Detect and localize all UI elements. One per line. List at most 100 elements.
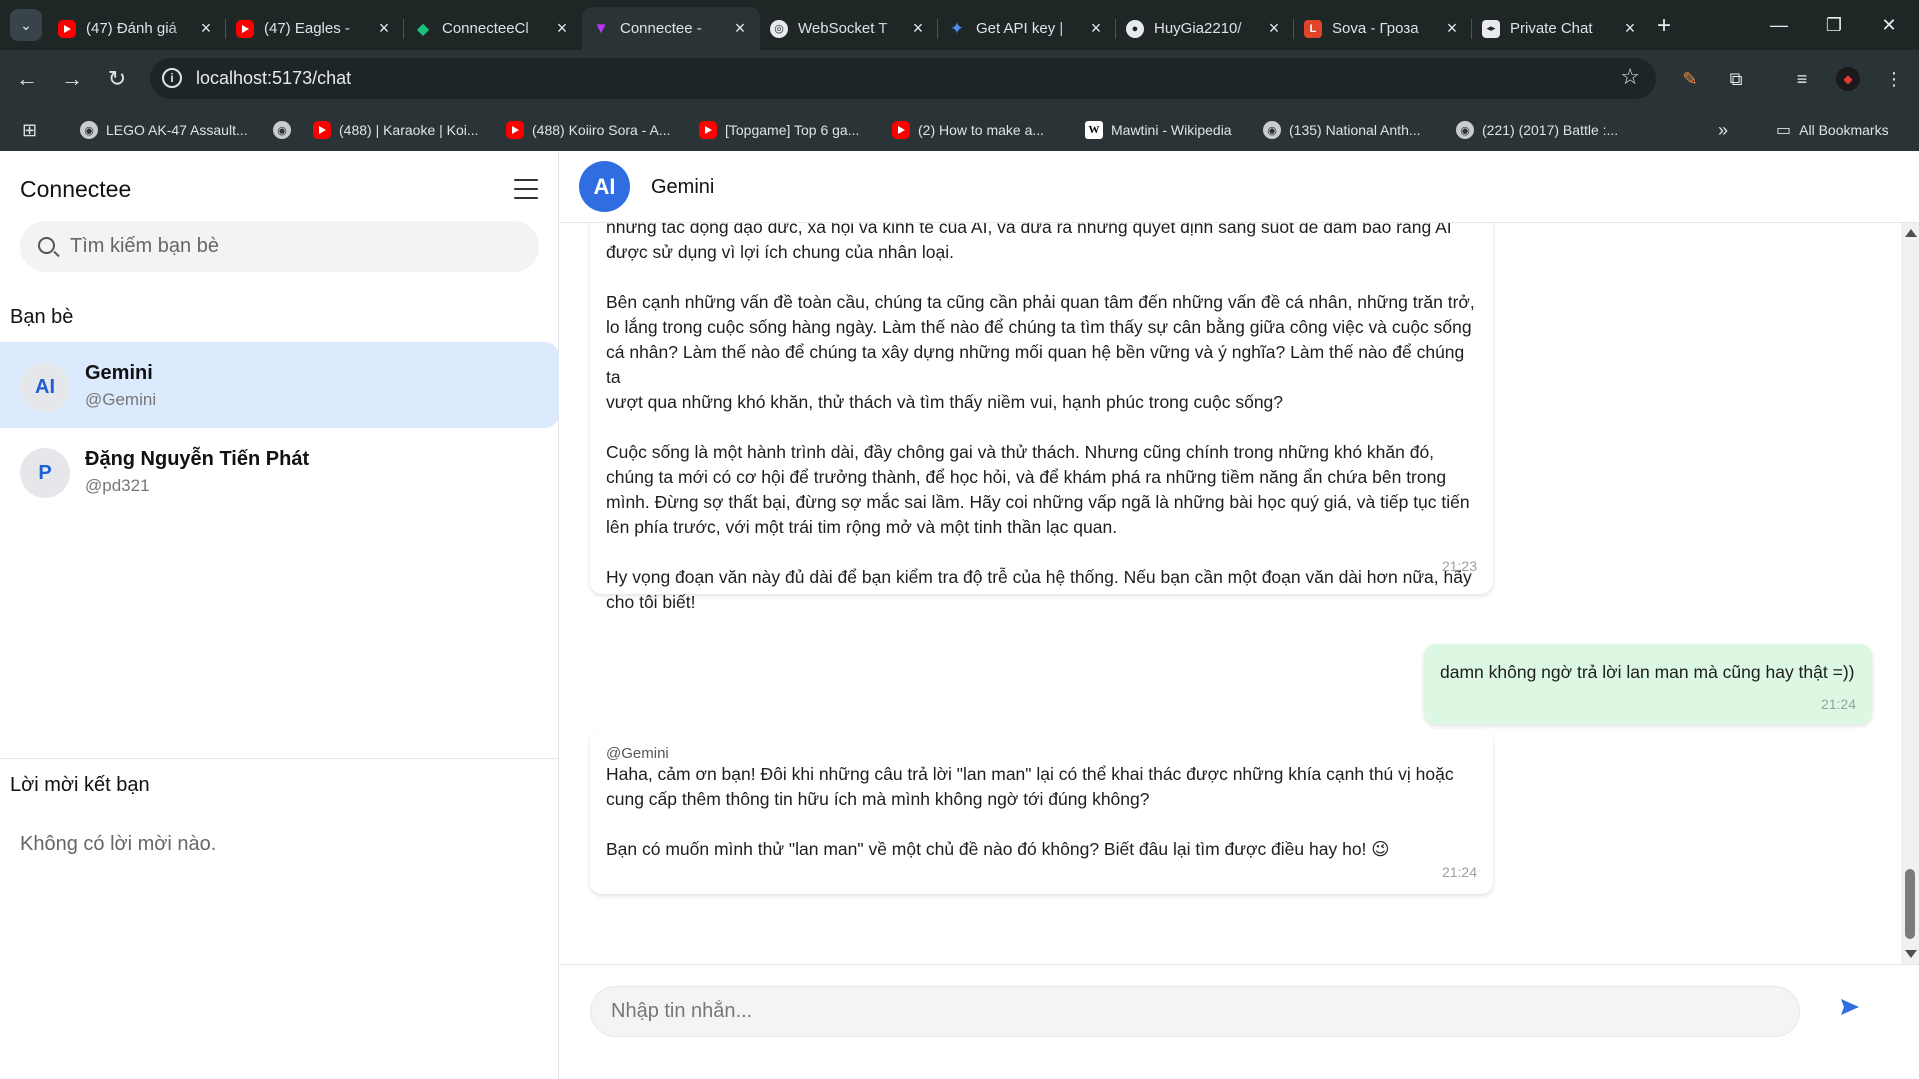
leaf-icon: ◆ xyxy=(416,20,430,38)
scrollbar-thumb[interactable] xyxy=(1905,869,1915,939)
message-bubble-received: những tác động đạo đức, xã hội và kinh t… xyxy=(590,223,1493,612)
friend-handle: @pd321 xyxy=(85,476,150,495)
message-input[interactable] xyxy=(590,986,1800,1037)
pen-extension-icon[interactable]: ✎ xyxy=(1675,64,1705,94)
restore-button[interactable]: ❐ xyxy=(1814,10,1854,40)
browser-tab[interactable]: (47) Eagles - × xyxy=(226,7,404,50)
tab-title: (47) Đánh giá xyxy=(86,20,177,37)
search-icon xyxy=(38,237,55,254)
bookmark-item[interactable]: ◉ LEGO AK-47 Assault... xyxy=(80,119,248,141)
bookmark-item[interactable]: (488) Koiiro Sora - A... xyxy=(506,119,671,141)
message-list[interactable]: những tác động đạo đức, xã hội và kinh t… xyxy=(560,223,1919,964)
address-bar[interactable]: i localhost:5173/chat ☆ xyxy=(150,58,1656,99)
message-text: Haha, cảm ơn bạn! Đôi khi những câu trả … xyxy=(606,764,1454,859)
browser-toolbar: ← → ↻ i localhost:5173/chat ☆ ✎ ⧉ ≡ ◆ ⋮ xyxy=(0,50,1919,107)
globe-icon: ◉ xyxy=(273,121,291,139)
sidebar-divider xyxy=(0,758,559,759)
browser-tab-active[interactable]: ▼ Connectee - × xyxy=(582,7,760,50)
apps-grid-icon[interactable]: ⊞ xyxy=(22,119,37,141)
friend-requests-empty: Không có lời mời nào. xyxy=(20,833,217,855)
plus-icon: + xyxy=(1656,12,1671,39)
browser-tab[interactable]: ● HuyGia2210/ × xyxy=(1116,7,1294,50)
folder-icon: ▭ xyxy=(1776,122,1792,139)
site-info-icon[interactable]: i xyxy=(162,68,182,88)
app-brand: Connectee xyxy=(20,176,132,202)
close-icon[interactable]: × xyxy=(730,18,750,39)
bookmark-item[interactable]: W Mawtini - Wikipedia xyxy=(1085,119,1232,141)
url-text[interactable]: localhost:5173/chat xyxy=(196,68,351,89)
tab-title: Private Chat xyxy=(1510,20,1593,37)
browser-tab[interactable]: ✦ Get API key | × xyxy=(938,7,1116,50)
chat-header: AI Gemini xyxy=(560,151,1919,223)
close-icon[interactable]: × xyxy=(1620,18,1640,39)
browser-tab[interactable]: ◆ ConnecteeCl × xyxy=(404,7,582,50)
bookmark-star-icon[interactable]: ☆ xyxy=(1620,64,1640,90)
minimize-button[interactable]: — xyxy=(1759,10,1799,40)
bookmark-item[interactable]: [Topgame] Top 6 ga... xyxy=(699,119,859,141)
youtube-icon xyxy=(236,19,254,38)
reload-button[interactable]: ↻ xyxy=(101,63,133,95)
bookmark-label: (488) | Karaoke | Koi... xyxy=(339,122,479,138)
friend-name: Đặng Nguyễn Tiến Phát xyxy=(85,448,310,470)
search-input[interactable] xyxy=(70,221,520,272)
chevron-down-icon: ⌄ xyxy=(20,16,32,33)
bookmarks-overflow-icon[interactable]: » xyxy=(1718,119,1728,141)
tab-title: WebSocket T xyxy=(798,20,888,37)
close-icon[interactable]: × xyxy=(1086,18,1106,39)
bookmark-label: Mawtini - Wikipedia xyxy=(1111,122,1232,138)
restore-icon: ❐ xyxy=(1825,14,1843,35)
hamburger-menu-icon[interactable] xyxy=(514,179,538,199)
app-root: Connectee Bạn bè AI Gemini @Gemini P Đặn… xyxy=(0,151,1919,1079)
friends-heading: Bạn bè xyxy=(10,306,74,328)
media-queue-icon[interactable]: ≡ xyxy=(1787,64,1817,94)
friend-requests-heading: Lời mời kết bạn xyxy=(10,774,150,796)
close-icon[interactable]: × xyxy=(908,18,928,39)
tab-search-button[interactable]: ⌄ xyxy=(10,9,42,41)
reload-icon: ↻ xyxy=(107,66,127,91)
message-text-partial: những tác động đạo đức, xã hội và kinh t… xyxy=(606,223,1452,237)
bookmark-item[interactable]: ◉ (221) (2017) Battle :... xyxy=(1456,119,1618,141)
friend-name: Gemini xyxy=(85,362,153,384)
youtube-icon xyxy=(313,121,331,139)
close-icon[interactable]: × xyxy=(374,18,394,39)
bookmark-item[interactable]: (2) How to make a... xyxy=(892,119,1044,141)
globe-icon: ◉ xyxy=(80,121,98,139)
youtube-icon xyxy=(58,19,76,38)
browser-tab[interactable]: (47) Đánh giá × xyxy=(48,7,226,50)
new-tab-button[interactable]: + xyxy=(1650,12,1678,40)
chat-icon: ◂▸ xyxy=(1482,19,1500,38)
message-scrollbar[interactable] xyxy=(1901,223,1919,964)
close-icon[interactable]: × xyxy=(196,18,216,39)
back-button[interactable]: ← xyxy=(11,63,43,95)
friend-search[interactable] xyxy=(20,221,539,272)
contact-name: Gemini xyxy=(651,176,715,198)
close-icon[interactable]: × xyxy=(552,18,572,39)
message-text: được sử dụng vì lợi ích chung của nhân l… xyxy=(606,242,1475,612)
bookmarks-bar: ⊞ ◉ LEGO AK-47 Assault... ◉ (488) | Kara… xyxy=(0,107,1919,151)
bookmark-item[interactable]: ◉ (135) National Anth... xyxy=(1263,119,1421,141)
close-icon[interactable]: × xyxy=(1442,18,1462,39)
browser-menu-icon[interactable]: ⋮ xyxy=(1879,64,1909,94)
close-icon: ✕ xyxy=(1881,14,1897,35)
scroll-down-arrow-icon[interactable] xyxy=(1905,950,1917,958)
browser-tab[interactable]: ◎ WebSocket T × xyxy=(760,7,938,50)
profile-avatar-icon[interactable]: ◆ xyxy=(1833,64,1863,94)
bookmark-label: LEGO AK-47 Assault... xyxy=(106,122,248,138)
bookmark-label: (221) (2017) Battle :... xyxy=(1482,122,1619,138)
browser-tab[interactable]: L Sova - Гроза × xyxy=(1294,7,1472,50)
close-window-button[interactable]: ✕ xyxy=(1869,10,1909,40)
bookmark-item[interactable]: (488) | Karaoke | Koi... xyxy=(313,119,479,141)
send-button[interactable] xyxy=(1840,998,1870,1026)
forward-button[interactable]: → xyxy=(56,63,88,95)
message-sender: @Gemini xyxy=(606,745,669,762)
friend-item-phat[interactable]: P Đặng Nguyễn Tiến Phát @pd321 xyxy=(0,428,559,514)
close-icon[interactable]: × xyxy=(1264,18,1284,39)
extensions-puzzle-icon[interactable]: ⧉ xyxy=(1721,64,1751,94)
minimize-icon: — xyxy=(1770,14,1788,35)
bookmark-item[interactable]: ◉ xyxy=(273,119,299,141)
all-bookmarks-button[interactable]: ▭ All Bookmarks xyxy=(1776,119,1889,141)
browser-tab[interactable]: ◂▸ Private Chat × xyxy=(1472,7,1650,50)
bookmark-label: [Topgame] Top 6 ga... xyxy=(725,122,860,138)
friend-item-gemini[interactable]: AI Gemini @Gemini xyxy=(0,342,559,428)
scroll-up-arrow-icon[interactable] xyxy=(1905,229,1917,237)
